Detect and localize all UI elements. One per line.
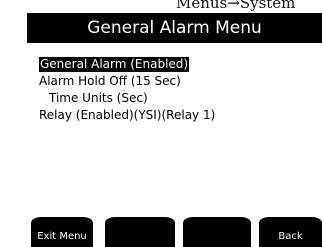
breadcrumb: Menus→System [176,0,296,12]
menu-item-alarm-hold-off[interactable]: Alarm Hold Off (15 Sec) [39,74,181,89]
menu-title: General Alarm Menu [87,18,262,38]
menu-item-general-alarm[interactable]: General Alarm (Enabled) [39,57,190,72]
softkey-3[interactable] [183,217,251,247]
softkey-bar: Exit Menu Back [27,190,322,247]
menu-item-relay[interactable]: Relay (Enabled)(YSI)(Relay 1) [39,108,215,123]
softkey-back[interactable]: Back [259,217,322,247]
menu-list: General Alarm (Enabled) Alarm Hold Off (… [27,43,322,190]
menu-title-bar: General Alarm Menu [27,13,322,43]
softkey-label: Exit Menu [37,231,87,242]
softkey-2[interactable] [105,217,175,247]
softkey-exit-menu[interactable]: Exit Menu [31,217,93,247]
menu-item-time-units[interactable]: Time Units (Sec) [49,91,148,106]
softkey-label: Back [278,231,303,242]
